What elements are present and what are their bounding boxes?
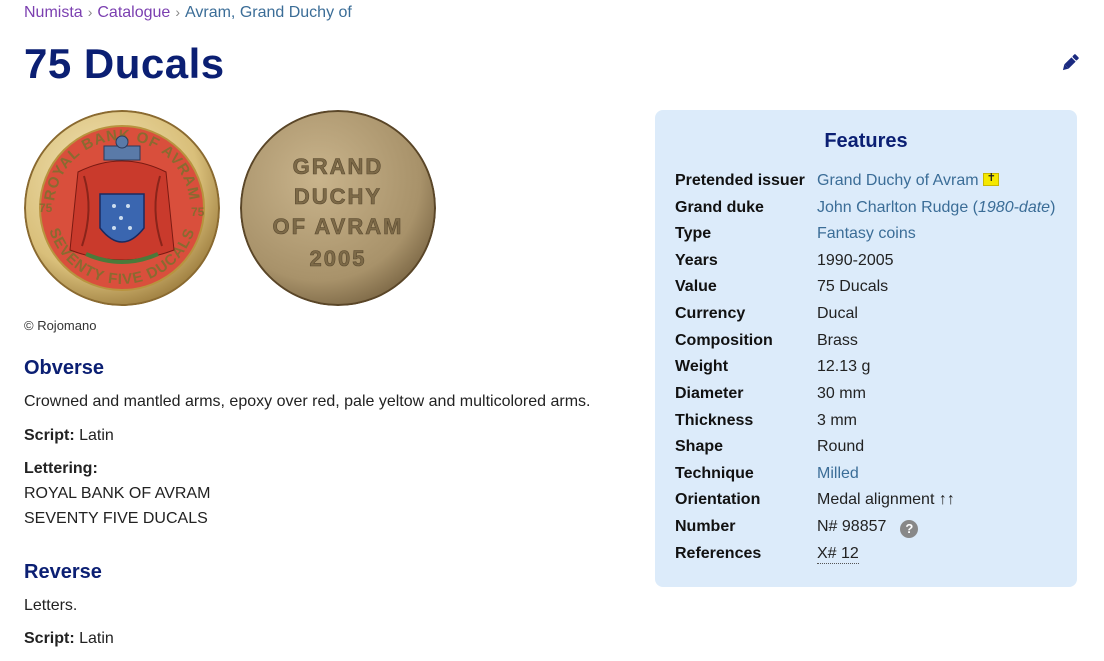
feature-value: 12.13 g — [817, 358, 871, 375]
feature-label: Composition — [675, 332, 773, 349]
reverse-script: Script: Latin — [24, 630, 114, 648]
obverse-value-right: 75 — [191, 205, 205, 219]
feature-value: 75 Ducals — [817, 278, 889, 295]
obverse-coin-image[interactable]: ROYAL BANK OF AVRAM SEVENTY FIVE DUCALS … — [24, 110, 220, 306]
feature-row-composition: Composition Brass — [675, 332, 1075, 356]
reverse-script-value: Latin — [79, 630, 114, 647]
feature-value-number: N# 98857? — [817, 518, 919, 538]
features-panel: Features Pretended issuer Grand Duchy of… — [655, 110, 1077, 587]
feature-label: Technique — [675, 465, 754, 482]
feature-row-value: Value 75 Ducals — [675, 278, 1075, 302]
obverse-lettering-line-1: ROYAL BANK OF AVRAM — [24, 485, 211, 502]
feature-row-weight: Weight 12.13 g — [675, 358, 1075, 382]
feature-label: Shape — [675, 438, 724, 455]
feature-value: 1990-2005 — [817, 252, 894, 269]
feature-row-technique: Technique Milled — [675, 465, 1075, 489]
reverse-line-1: GRAND — [293, 154, 384, 179]
feature-value: Medal alignment ↑↑ — [817, 491, 955, 508]
feature-value-technique-link[interactable]: Milled — [817, 465, 859, 483]
feature-value: Brass — [817, 332, 858, 349]
breadcrumb-separator: › — [87, 4, 93, 20]
feature-label: Type — [675, 225, 712, 242]
reverse-line-3: OF AVRAM — [273, 214, 404, 239]
feature-value: 30 mm — [817, 385, 866, 402]
feature-label: Orientation — [675, 491, 761, 508]
reverse-line-2: DUCHY — [294, 184, 382, 209]
feature-row-currency: Currency Ducal — [675, 305, 1075, 329]
feature-row-shape: Shape Round — [675, 438, 1075, 462]
feature-row-type: Type Fantasy coins — [675, 225, 1075, 249]
feature-value: Ducal — [817, 305, 858, 322]
feature-row-grand-duke: Grand duke John Charlton Rudge (1980-dat… — [675, 199, 1075, 223]
reverse-line-4: 2005 — [310, 246, 367, 271]
breadcrumb: Numista › Catalogue › Avram, Grand Duchy of — [24, 4, 352, 22]
breadcrumb-catalogue-link[interactable]: Catalogue — [97, 4, 170, 21]
feature-row-orientation: Orientation Medal alignment ↑↑ — [675, 491, 1075, 515]
feature-label: Diameter — [675, 385, 744, 402]
breadcrumb-numista-link[interactable]: Numista — [24, 4, 83, 21]
obverse-lettering-line-2: SEVENTY FIVE DUCALS — [24, 510, 208, 527]
page-title: 75 Ducals — [24, 40, 225, 87]
feature-value-type-link[interactable]: Fantasy coins — [817, 225, 916, 243]
obverse-script: Script: Latin — [24, 427, 114, 445]
edit-pencil-icon[interactable] — [1060, 52, 1080, 74]
feature-label: Grand duke — [675, 199, 764, 216]
flag-icon — [982, 171, 999, 186]
feature-row-years: Years 1990-2005 — [675, 252, 1075, 276]
feature-value: 3 mm — [817, 412, 857, 429]
feature-label: References — [675, 545, 762, 562]
feature-value: Round — [817, 438, 865, 455]
features-heading: Features — [824, 130, 908, 152]
obverse-script-label: Script: — [24, 427, 75, 444]
ruler-link-text[interactable]: John Charlton Rudge — [817, 199, 968, 216]
feature-label: Thickness — [675, 412, 754, 429]
feature-label: Currency — [675, 305, 746, 322]
breadcrumb-separator: › — [175, 4, 180, 20]
help-icon[interactable]: ? — [900, 520, 919, 538]
feature-label: Number — [675, 518, 736, 535]
breadcrumb-country-link[interactable]: Avram, Grand Duchy of — [185, 4, 352, 21]
feature-row-pretended-issuer: Pretended issuer Grand Duchy of Avram — [675, 171, 1075, 196]
issuer-link-text[interactable]: Grand Duchy of Avram — [817, 172, 979, 189]
reverse-heading: Reverse — [24, 561, 102, 583]
reverse-script-label: Script: — [24, 630, 75, 647]
feature-label: Weight — [675, 358, 729, 375]
number-text: N# 98857 — [817, 518, 887, 535]
ruler-period: 1980-date — [978, 199, 1051, 216]
reverse-coin-image[interactable]: GRAND DUCHY OF AVRAM 2005 — [240, 110, 436, 306]
obverse-heading: Obverse — [24, 357, 105, 379]
obverse-description: Crowned and mantled arms, epoxy over red… — [24, 393, 591, 410]
feature-value-issuer-link[interactable]: Grand Duchy of Avram — [817, 171, 999, 190]
feature-label: Value — [675, 278, 717, 295]
obverse-value-left: 75 — [39, 201, 53, 215]
feature-label: Years — [675, 252, 718, 269]
feature-row-references: References X# 12 — [675, 545, 1075, 569]
obverse-script-value: Latin — [79, 427, 114, 444]
obverse-lettering-label: Lettering: — [24, 460, 98, 477]
reverse-description: Letters. — [24, 597, 78, 614]
feature-value-ruler-link[interactable]: John Charlton Rudge (1980-date) — [817, 199, 1055, 217]
feature-label: Pretended issuer — [675, 172, 805, 189]
feature-value-reference[interactable]: X# 12 — [817, 545, 859, 564]
feature-row-thickness: Thickness 3 mm — [675, 412, 1075, 436]
image-credit: © Rojomano — [24, 318, 97, 333]
feature-row-diameter: Diameter 30 mm — [675, 385, 1075, 409]
feature-row-number: Number N# 98857? — [675, 518, 1075, 542]
